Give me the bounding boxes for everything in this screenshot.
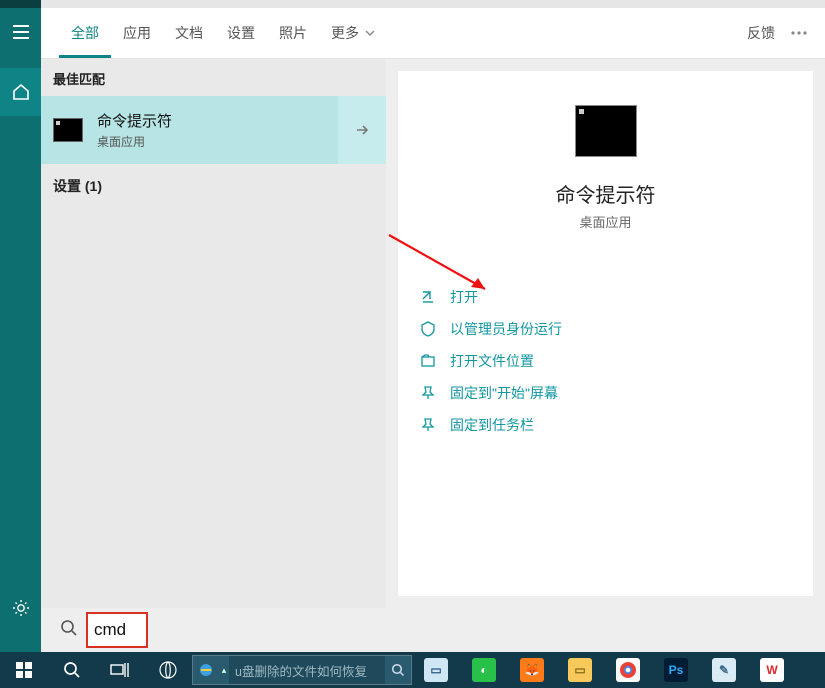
tab-photos[interactable]: 照片	[267, 8, 319, 58]
best-match-header: 最佳匹配	[41, 59, 386, 96]
action-pin-taskbar[interactable]: 固定到任务栏	[420, 409, 791, 441]
ie-icon	[193, 656, 219, 684]
detail-card: 命令提示符 桌面应用 打开 以管理员身份运行 打开文件位置	[398, 71, 813, 596]
settings-results-header[interactable]: 设置 (1)	[41, 164, 386, 208]
taskbar-app-wps[interactable]: W	[748, 652, 796, 688]
tab-apps[interactable]: 应用	[111, 8, 163, 58]
action-open-location-label: 打开文件位置	[450, 351, 534, 371]
detail-title: 命令提示符	[556, 179, 656, 208]
start-button[interactable]	[0, 652, 48, 688]
search-input[interactable]	[94, 620, 140, 640]
taskbar-app-photoshop[interactable]: Ps	[652, 652, 700, 688]
ie-search-go-icon[interactable]	[385, 656, 411, 684]
result-expand-button[interactable]	[338, 96, 386, 164]
action-open-label: 打开	[450, 287, 478, 307]
feedback-link[interactable]: 反馈	[737, 23, 785, 43]
action-open-location[interactable]: 打开文件位置	[420, 345, 791, 377]
action-pin-taskbar-label: 固定到任务栏	[450, 415, 534, 435]
taskbar-app-explorer[interactable]: ▭	[556, 652, 604, 688]
ie-search-placeholder: u盘删除的文件如何恢复	[229, 661, 385, 680]
result-cmd[interactable]: 命令提示符 桌面应用	[41, 96, 386, 164]
action-open[interactable]: 打开	[420, 281, 791, 313]
detail-cmd-icon	[575, 105, 637, 157]
taskbar-app-notes[interactable]: ✎	[700, 652, 748, 688]
taskbar: ▴ u盘删除的文件如何恢复 ▭ ◐ 🦊 ▭ Ps ✎ W	[0, 652, 825, 688]
tab-more[interactable]: 更多	[319, 8, 389, 58]
cortana-icon[interactable]	[144, 652, 192, 688]
detail-column: 命令提示符 桌面应用 打开 以管理员身份运行 打开文件位置	[386, 59, 825, 608]
taskbar-app-notepad[interactable]: ▭	[412, 652, 460, 688]
search-tabbar: 全部 应用 文档 设置 照片 更多 反馈	[41, 8, 825, 59]
detail-actions: 打开 以管理员身份运行 打开文件位置 固定到"开始"屏幕	[398, 231, 813, 441]
rail-settings-button[interactable]	[0, 584, 41, 632]
action-run-admin[interactable]: 以管理员身份运行	[420, 313, 791, 345]
cmd-icon	[53, 118, 83, 142]
search-input-row	[41, 608, 386, 652]
rail-accent	[0, 0, 41, 8]
result-sub: 桌面应用	[97, 133, 172, 150]
tab-more-label: 更多	[331, 23, 359, 43]
tab-docs[interactable]: 文档	[163, 8, 215, 58]
action-pin-start[interactable]: 固定到"开始"屏幕	[420, 377, 791, 409]
tab-settings[interactable]: 设置	[215, 8, 267, 58]
taskbar-search-button[interactable]	[48, 652, 96, 688]
taskbar-app-firefox[interactable]: 🦊	[508, 652, 556, 688]
tabbar-more-icon[interactable]	[785, 31, 813, 35]
taskbar-app-chrome[interactable]	[604, 652, 652, 688]
search-icon	[60, 619, 78, 642]
action-run-admin-label: 以管理员身份运行	[450, 319, 562, 339]
search-flyout: 全部 应用 文档 设置 照片 更多 反馈 最佳匹配 命令提示符 桌面应用	[41, 8, 825, 652]
rail-home-button[interactable]	[0, 68, 41, 116]
detail-subtitle: 桌面应用	[579, 212, 631, 231]
taskbar-app-360[interactable]: ◐	[460, 652, 508, 688]
action-pin-start-label: 固定到"开始"屏幕	[450, 383, 558, 403]
ie-dropdown-icon[interactable]: ▴	[219, 656, 229, 684]
search-input-highlight	[86, 612, 148, 648]
tab-all[interactable]: 全部	[59, 8, 111, 58]
results-column: 最佳匹配 命令提示符 桌面应用 设置 (1)	[41, 59, 386, 608]
result-text: 命令提示符 桌面应用	[97, 110, 172, 150]
start-rail	[0, 0, 41, 652]
result-name: 命令提示符	[97, 110, 172, 131]
task-view-button[interactable]	[96, 652, 144, 688]
search-body: 最佳匹配 命令提示符 桌面应用 设置 (1) 命令提示符 桌面应用	[41, 59, 825, 608]
ie-search-box[interactable]: ▴ u盘删除的文件如何恢复	[192, 655, 412, 685]
rail-expand-button[interactable]	[0, 8, 41, 56]
